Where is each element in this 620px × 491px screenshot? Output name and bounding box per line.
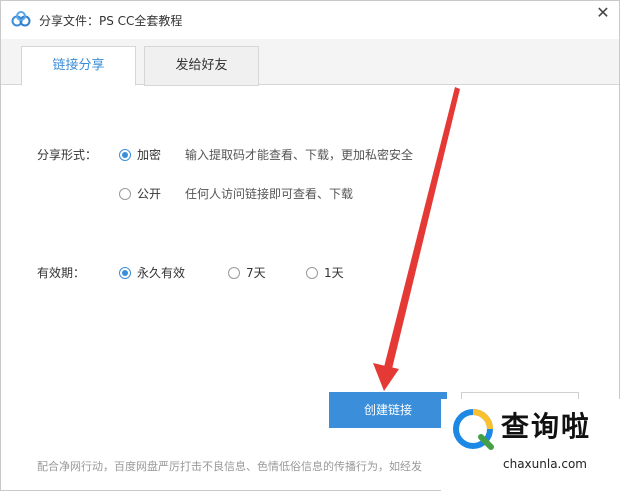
- tab-link-share[interactable]: 链接分享: [21, 46, 136, 86]
- watermark: 查询啦 chaxunla.com: [441, 399, 620, 491]
- radio-dot: [306, 266, 318, 279]
- share-dialog: 分享文件：PS CC全套教程 ✕ 链接分享 发给好友 分享形式： 加密 输入提取…: [0, 0, 620, 491]
- watermark-text: 查询啦: [501, 410, 592, 443]
- radio-1-day[interactable]: 1天: [306, 264, 344, 281]
- window-title: 分享文件：PS CC全套教程: [39, 14, 183, 28]
- radio-1-day-label: 1天: [324, 266, 344, 280]
- baidu-netdisk-cloud-icon: [11, 11, 31, 27]
- public-description: 任何人访问链接即可查看、下载: [185, 187, 354, 201]
- footer-notice: 配合净网行动，百度网盘严厉打击不良信息、色情低俗信息的传播行为，如经发: [37, 460, 422, 473]
- radio-public-label: 公开: [137, 187, 162, 201]
- radio-7-days[interactable]: 7天: [228, 264, 266, 281]
- radio-encrypted-label: 加密: [137, 148, 162, 162]
- encrypted-description: 输入提取码才能查看、下载，更加私密安全: [185, 148, 414, 162]
- share-mode-label: 分享形式：: [37, 148, 98, 162]
- radio-dot: [228, 266, 240, 279]
- tab-send-to-friend[interactable]: 发给好友: [144, 46, 259, 86]
- magnifier-logo-icon: [453, 409, 494, 450]
- radio-encrypted[interactable]: 加密: [119, 146, 161, 163]
- radio-dot: [119, 148, 131, 161]
- radio-dot: [119, 266, 131, 279]
- radio-permanent-label: 永久有效: [137, 266, 186, 280]
- tab-bar: 链接分享 发给好友: [1, 39, 619, 86]
- radio-dot: [119, 187, 131, 200]
- close-icon[interactable]: ✕: [595, 5, 611, 21]
- create-link-button[interactable]: 创建链接: [329, 392, 447, 428]
- radio-permanent[interactable]: 永久有效: [119, 264, 185, 281]
- radio-7-days-label: 7天: [246, 266, 266, 280]
- watermark-url: chaxunla.com: [503, 457, 587, 471]
- validity-label: 有效期：: [37, 266, 86, 280]
- radio-public[interactable]: 公开: [119, 185, 161, 202]
- title-bar: 分享文件：PS CC全套教程 ✕: [1, 1, 619, 39]
